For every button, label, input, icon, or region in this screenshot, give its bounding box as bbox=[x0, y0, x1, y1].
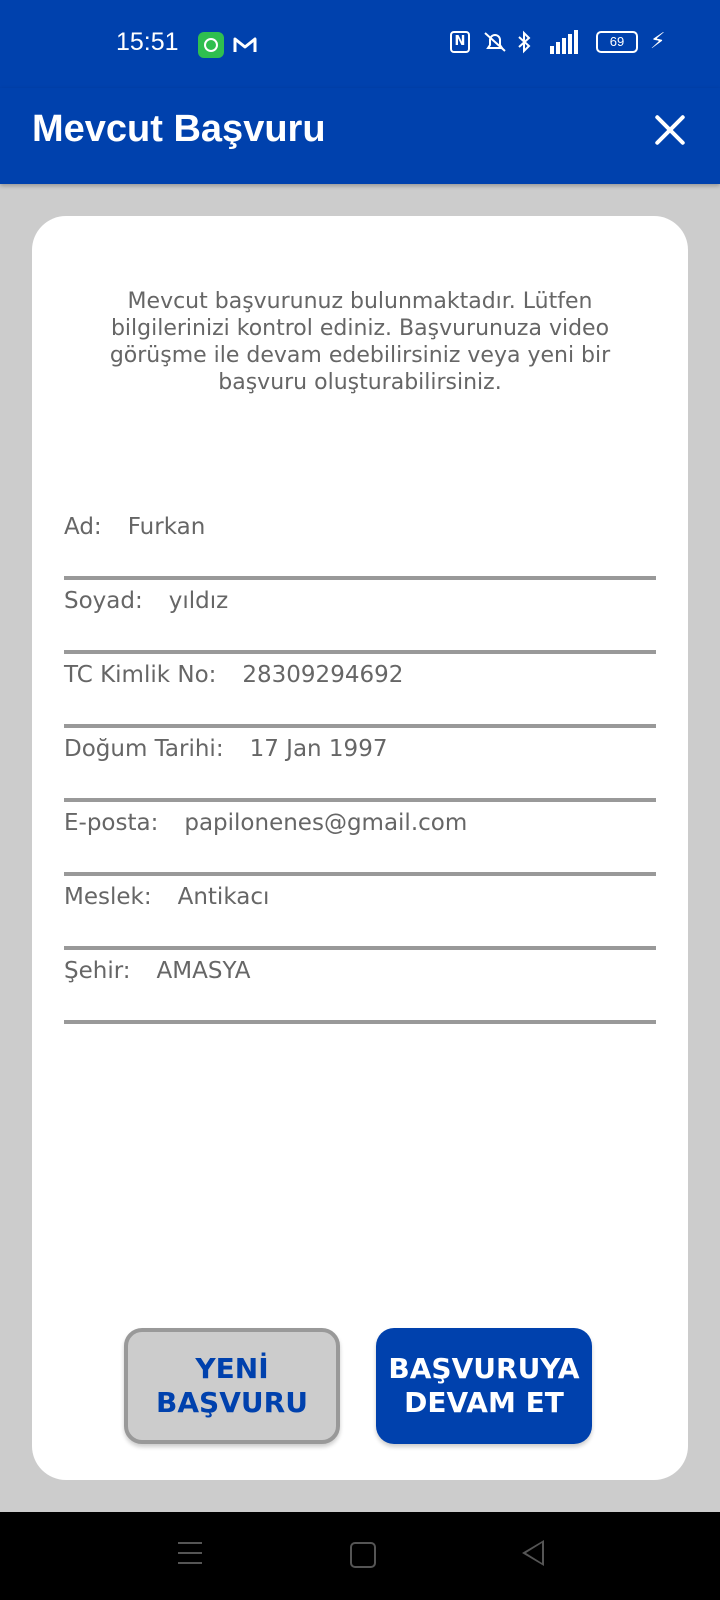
status-icons: N 69 ⚡ bbox=[450, 29, 666, 54]
continue-application-button[interactable]: BAŞVURUYA DEVAM ET bbox=[376, 1328, 592, 1444]
field-city: Şehir: AMASYA bbox=[64, 950, 656, 1024]
field-value: papilonenes@gmail.com bbox=[184, 810, 468, 836]
field-value: 17 Jan 1997 bbox=[249, 736, 388, 762]
signal-icon bbox=[550, 30, 584, 54]
application-card: Mevcut başvurunuz bulunmaktadır. Lütfen … bbox=[32, 216, 688, 1480]
battery-icon: 69 bbox=[596, 31, 638, 53]
field-value: AMASYA bbox=[156, 958, 251, 984]
app-bar: Mevcut Başvuru bbox=[0, 88, 720, 184]
nfc-icon: N bbox=[450, 31, 470, 53]
home-icon[interactable] bbox=[350, 1542, 376, 1568]
field-label: Soyad: bbox=[64, 588, 143, 614]
bluetooth-icon bbox=[516, 30, 538, 54]
page-title: Mevcut Başvuru bbox=[32, 108, 326, 150]
intro-text: Mevcut başvurunuz bulunmaktadır. Lütfen … bbox=[109, 289, 611, 395]
gmail-notification-icon bbox=[232, 32, 258, 58]
menu-icon[interactable] bbox=[178, 1542, 202, 1566]
status-bar: 15:51 N 69 ⚡ bbox=[0, 0, 720, 88]
mute-icon bbox=[482, 30, 506, 54]
close-icon[interactable] bbox=[650, 110, 690, 150]
field-tc-id: TC Kimlik No: 28309294692 bbox=[64, 654, 656, 728]
upload-notification-icon bbox=[198, 32, 224, 58]
field-list: Ad: Furkan Soyad: yıldız TC Kimlik No: 2830… bbox=[64, 506, 656, 1024]
field-value: yıldız bbox=[168, 588, 229, 614]
field-label: Şehir: bbox=[64, 958, 131, 984]
field-label: Ad: bbox=[64, 514, 102, 540]
field-label: Meslek: bbox=[64, 884, 152, 910]
field-email: E-posta: papilonenes@gmail.com bbox=[64, 802, 656, 876]
field-name: Ad: Furkan bbox=[64, 506, 656, 580]
field-label: Doğum Tarihi: bbox=[64, 736, 224, 762]
charging-icon: ⚡ bbox=[650, 29, 666, 54]
field-value: 28309294692 bbox=[242, 662, 404, 688]
field-surname: Soyad: yıldız bbox=[64, 580, 656, 654]
system-nav-bar bbox=[0, 1512, 720, 1600]
status-time: 15:51 bbox=[116, 28, 179, 56]
field-label: E-posta: bbox=[64, 810, 159, 836]
field-value: Furkan bbox=[127, 514, 206, 540]
back-icon[interactable] bbox=[522, 1540, 544, 1566]
field-birth-date: Doğum Tarihi: 17 Jan 1997 bbox=[64, 728, 656, 802]
field-value: Antikacı bbox=[177, 884, 270, 910]
field-occupation: Meslek: Antikacı bbox=[64, 876, 656, 950]
new-application-button[interactable]: YENİ BAŞVURU bbox=[124, 1328, 340, 1444]
field-label: TC Kimlik No: bbox=[64, 662, 217, 688]
